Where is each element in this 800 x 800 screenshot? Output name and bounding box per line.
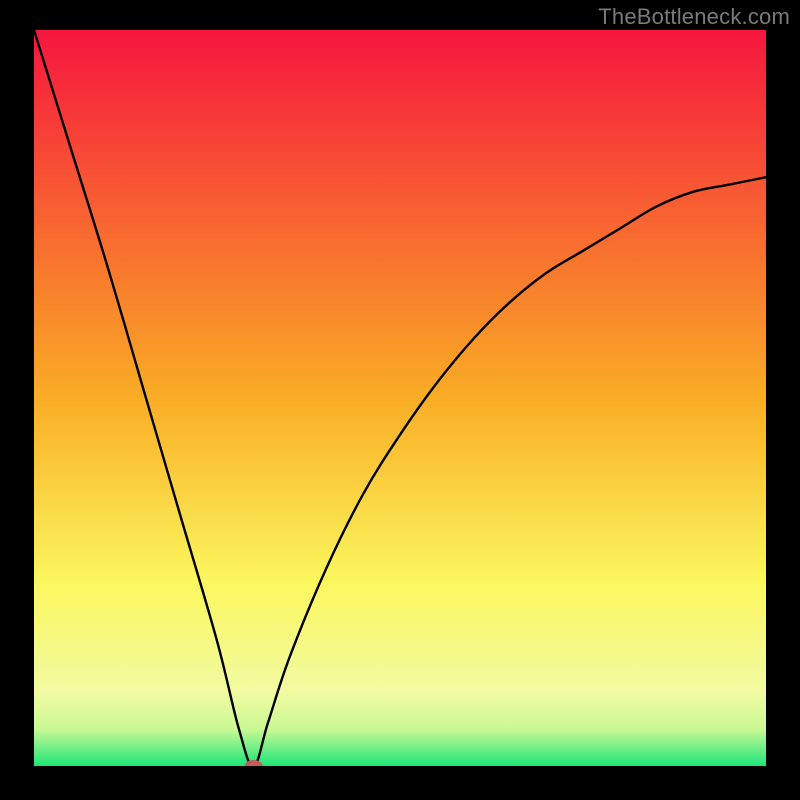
- chart-frame: TheBottleneck.com: [0, 0, 800, 800]
- plot-area: [34, 30, 766, 766]
- watermark-text: TheBottleneck.com: [598, 4, 790, 30]
- gradient-background: [34, 30, 766, 766]
- chart-svg: [34, 30, 766, 766]
